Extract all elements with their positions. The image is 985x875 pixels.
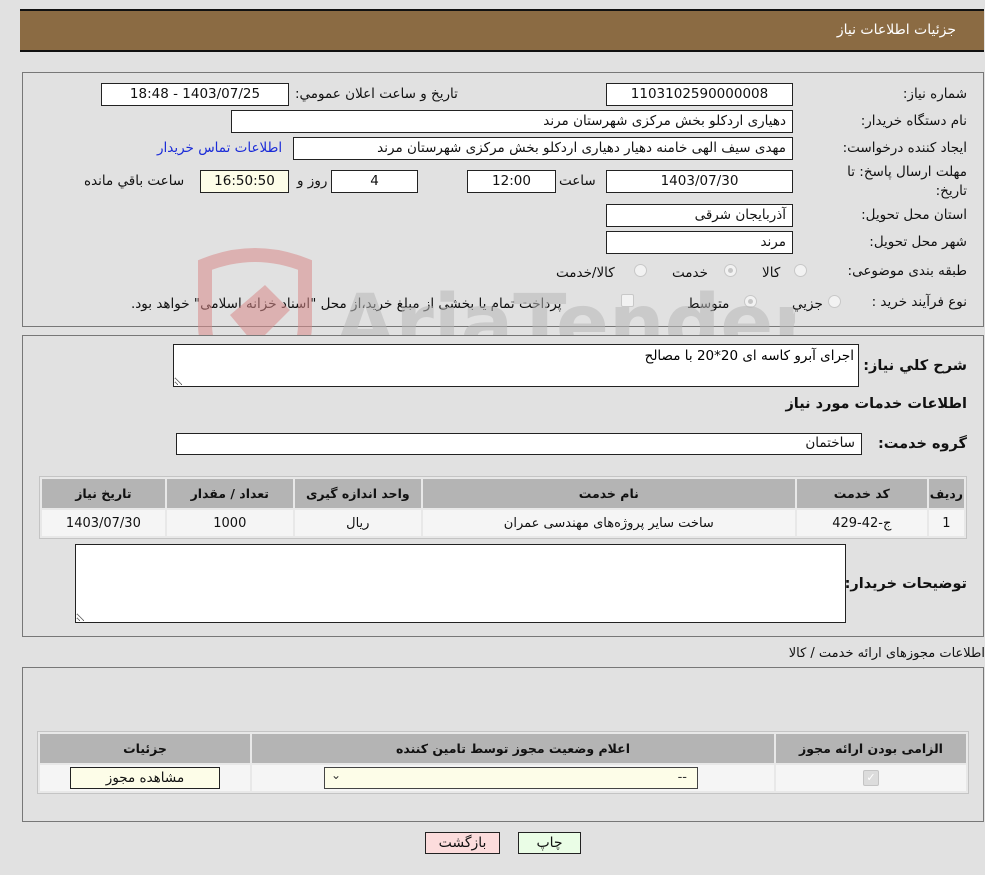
table-row: 1 ج-42-429 ساخت سایر پروژه‌های مهندسی عم… (42, 510, 964, 536)
print-button[interactable]: چاپ (518, 832, 581, 854)
category-radio-goods[interactable] (794, 264, 807, 277)
col-permit-status: اعلام وضعیت مجوز توسط تامین کننده (252, 734, 774, 763)
city-field: مرند (606, 231, 793, 254)
back-button[interactable]: بازگشت (425, 832, 500, 854)
need-number-label: شماره نیاز: (902, 86, 967, 102)
deadline-time-label: ساعت (559, 173, 596, 189)
cell-need-date: 1403/07/30 (42, 510, 165, 536)
category-radio-goods-service[interactable] (634, 264, 647, 277)
creator-label: ایجاد کننده درخواست: (842, 140, 967, 156)
cell-row-number: 1 (928, 510, 964, 536)
need-number-field: 1103102590000008 (606, 83, 793, 106)
permit-status-selected: -- (677, 770, 687, 785)
cell-service-code: ج-42-429 (796, 510, 927, 536)
permits-table-header: الزامی بودن ارائه مجوز اعلام وضعیت مجوز … (40, 734, 966, 763)
col-row-number: ردیف (928, 479, 964, 508)
page-title: جزئیات اطلاعات نیاز (836, 22, 956, 38)
process-option-minor: جزيي (792, 296, 823, 312)
cell-permit-status: -- ⌄ (252, 765, 774, 791)
permit-status-select[interactable]: -- ⌄ (324, 767, 698, 789)
col-permit-details: جزئیات (40, 734, 250, 763)
permits-section-title: اطلاعات مجوزهای ارائه خدمت / کالا (788, 646, 985, 661)
category-option-goods-service: کالا/خدمت (556, 265, 615, 281)
col-permit-required: الزامی بودن ارائه مجوز (776, 734, 966, 763)
city-label: شهر محل تحویل: (869, 234, 967, 250)
permit-required-checkbox[interactable]: ✓ (863, 770, 879, 786)
buyer-org-field: دهیاری اردکلو بخش مرکزی شهرستان مرند (231, 110, 793, 133)
category-option-service: خدمت (672, 265, 708, 281)
buyer-notes-label: توضیحات خریدار: (844, 576, 967, 592)
purchase-process-label: نوع فرآیند خرید : (871, 294, 967, 310)
category-radio-service[interactable] (724, 264, 737, 277)
description-label: شرح کلي نیاز: (863, 358, 967, 374)
remaining-time-label: ساعت باقي مانده (84, 173, 185, 189)
days-label: روز و (297, 173, 328, 189)
page-header: جزئیات اطلاعات نیاز (20, 9, 984, 52)
service-group-field: ساختمان (176, 433, 862, 455)
category-option-goods: کالا (762, 265, 781, 281)
cell-unit: ریال (294, 510, 421, 536)
cell-permit-required: ✓ (776, 765, 966, 791)
cell-quantity: 1000 (166, 510, 293, 536)
process-option-medium: متوسط (687, 296, 730, 312)
buyer-contact-link[interactable]: اطلاعات تماس خریدار (157, 140, 282, 156)
service-group-label: گروه خدمت: (877, 436, 967, 452)
col-unit: واحد اندازه گیری (294, 479, 421, 508)
cell-service-name: ساخت سایر پروژه‌های مهندسی عمران (422, 510, 795, 536)
permits-table: الزامی بودن ارائه مجوز اعلام وضعیت مجوز … (37, 731, 969, 794)
province-label: استان محل تحویل: (861, 207, 967, 223)
deadline-time-field: 12:00 (467, 170, 556, 193)
services-section-title: اطلاعات خدمات مورد نیاز (785, 396, 967, 412)
buyer-notes-textarea[interactable] (75, 544, 846, 623)
deadline-date-field: 1403/07/30 (606, 170, 793, 193)
col-service-name: نام خدمت (422, 479, 795, 508)
remaining-time-field: 16:50:50 (200, 170, 289, 193)
process-radio-minor[interactable] (828, 295, 841, 308)
process-radio-medium[interactable] (744, 295, 757, 308)
deadline-label: مهلت ارسال پاسخ: تا تاریخ: (847, 164, 967, 199)
services-table-header: ردیف کد خدمت نام خدمت واحد اندازه گیری ت… (42, 479, 964, 508)
chevron-down-icon: ⌄ (331, 768, 342, 782)
col-quantity: تعداد / مقدار (166, 479, 293, 508)
creator-field: مهدی سیف الهی خامنه دهیار دهیاری اردکلو … (293, 137, 793, 160)
cell-permit-details: مشاهده مجوز (40, 765, 250, 791)
col-service-code: کد خدمت (796, 479, 927, 508)
announce-datetime-label: تاریخ و ساعت اعلان عمومي: (295, 86, 458, 102)
col-need-date: تاریخ نیاز (42, 479, 165, 508)
province-field: آذربایجان شرقی (606, 204, 793, 227)
announce-datetime-field: 1403/07/25 - 18:48 (101, 83, 289, 106)
treasury-checkbox[interactable] (621, 294, 634, 307)
category-label: طبقه بندی موضوعی: (847, 263, 967, 279)
table-row: ✓ -- ⌄ مشاهده مجوز (40, 765, 966, 791)
description-textarea[interactable]: اجرای آبرو کاسه ای 20*20 با مصالح (173, 344, 859, 387)
buyer-org-label: نام دستگاه خریدار: (860, 113, 967, 129)
treasury-note: پرداخت تمام یا بخشی از مبلغ خرید،از محل … (131, 296, 562, 312)
days-remaining-field: 4 (331, 170, 418, 193)
view-permit-button[interactable]: مشاهده مجوز (70, 767, 220, 789)
services-table: ردیف کد خدمت نام خدمت واحد اندازه گیری ت… (39, 476, 967, 539)
